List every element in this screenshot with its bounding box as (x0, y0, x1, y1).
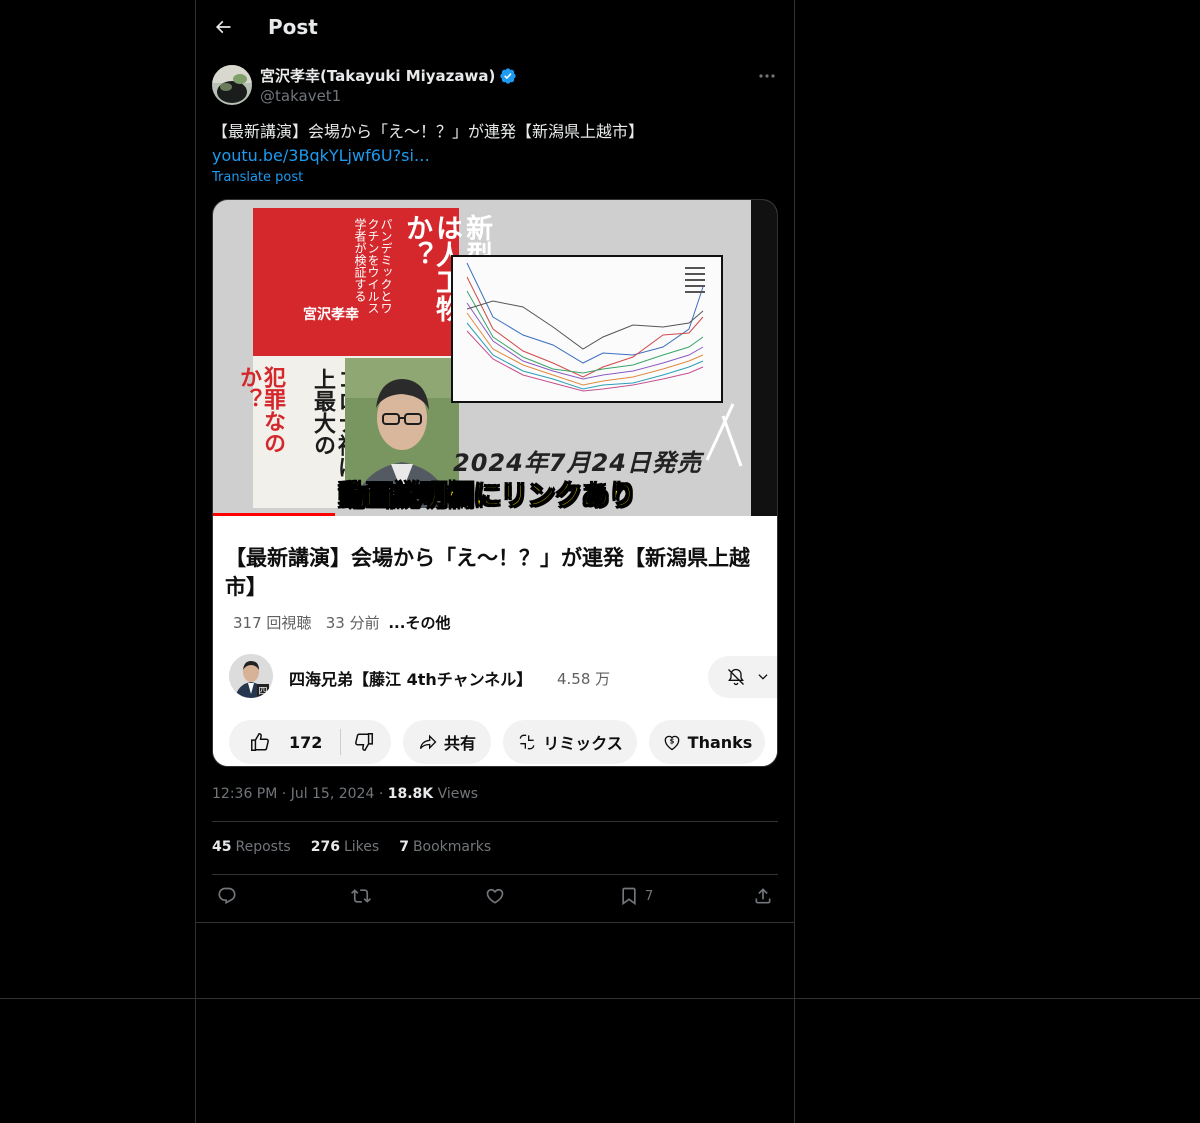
like-button[interactable] (485, 886, 505, 906)
notification-bell-button (708, 656, 777, 698)
video-more: ...その他 (388, 614, 451, 632)
repost-button[interactable] (351, 886, 371, 906)
bookmarks-stat[interactable]: 7 Bookmarks (399, 839, 491, 855)
release-date-text: 2024年7月24日発売 (453, 449, 702, 477)
video-time: 33 分前 (325, 614, 380, 632)
book-cover: 新型コロナは人工物か？ パンデミックとワクチンをウイルス学者が検証する 宮沢孝幸… (236, 208, 492, 508)
author-handle[interactable]: @takavet1 (260, 87, 341, 105)
views-label: Views (437, 786, 479, 802)
reposts-count: 45 (212, 839, 232, 855)
post-header: Post (196, 0, 794, 54)
youtube-card: 【最新講演】会場から「え〜！？」が連発【新潟県上越市】 317 回視聴 33 分… (213, 516, 777, 766)
share-label: 共有 (443, 734, 476, 753)
reposts-label: Reposts (235, 839, 291, 855)
thanks-pill: $ Thanks (649, 720, 765, 764)
divider (212, 874, 778, 875)
bookmark-count: 7 (645, 888, 654, 904)
channel-avatar: 四 (229, 654, 273, 698)
channel-subscribers: 4.58 万 (557, 670, 611, 688)
likes-count: 276 (310, 839, 340, 855)
page-title: Post (268, 15, 318, 39)
remix-pill: リミックス (503, 720, 637, 764)
post-author: 宮沢孝幸(Takayuki Miyazawa) @takavet1 (212, 65, 778, 105)
chevron-down-icon (758, 674, 768, 680)
post-body: 【最新講演】会場から「え〜！？」が連発【新潟県上越市】 (212, 122, 645, 141)
pill-divider (340, 729, 342, 755)
channel-row: 四 四海兄弟【藤江 4thチャンネル】 4.58 万 (229, 654, 777, 700)
book-author: 宮沢孝幸 (303, 307, 359, 323)
likes-stat[interactable]: 276 Likes (311, 839, 379, 855)
post-date[interactable]: Jul 15, 2024 (291, 786, 375, 802)
post-text: 【最新講演】会場から「え〜！？」が連発【新潟県上越市】 youtu.be/3Bq… (212, 120, 778, 168)
author-name[interactable]: 宮沢孝幸(Takayuki Miyazawa) (260, 65, 517, 86)
channel-avatar-image: 四 (229, 654, 273, 698)
video-title: 【最新講演】会場から「え〜！？」が連発【新潟県上越市】 (225, 546, 750, 599)
svg-text:$: $ (669, 738, 674, 746)
more-dots-icon (759, 74, 775, 78)
reposts-stat[interactable]: 45 Reposts (212, 839, 291, 855)
verified-badge-icon (500, 67, 517, 84)
share-arrow-icon (419, 734, 437, 750)
thanks-label: Thanks (687, 732, 753, 752)
share-button[interactable] (753, 886, 773, 906)
translate-post-link[interactable]: Translate post (212, 170, 303, 185)
like-dislike-pill: 172 (229, 720, 391, 764)
bookmark-button[interactable]: 7 (619, 886, 653, 906)
remix-label: リミックス (543, 734, 623, 753)
share-pill: 共有 (403, 720, 491, 764)
left-column-border (195, 0, 196, 1123)
share-icon (755, 888, 771, 904)
bookmarks-label: Bookmarks (412, 839, 492, 855)
divider (212, 821, 778, 822)
separator-dot: · (281, 786, 291, 802)
thumbs-up-icon (251, 733, 269, 751)
avatar-image (212, 65, 252, 105)
video-meta: 317 回視聴 33 分前 ...その他 (233, 612, 450, 633)
post-time[interactable]: 12:36 PM (212, 786, 277, 802)
thanks-heart-icon: $ (664, 735, 680, 751)
reply-button[interactable] (217, 886, 237, 906)
bell-off-icon (728, 668, 744, 686)
post-timestamp: 12:36 PM · Jul 15, 2024 · 18.8K Views (212, 786, 478, 802)
channel-name: 四海兄弟【藤江 4thチャンネル】 (289, 670, 533, 689)
link-banner-text: 動画説明欄にリンクあり (339, 481, 637, 513)
author-name-text: 宮沢孝幸(Takayuki Miyazawa) (260, 67, 496, 85)
video-frame: 新型コロナは人工物か？ パンデミックとワクチンをウイルス学者が検証する 宮沢孝幸… (213, 200, 777, 516)
like-count: 172 (289, 732, 323, 752)
separator-dot: · (378, 786, 388, 802)
post-action-bar: 7 (212, 884, 778, 914)
right-column-border (794, 0, 795, 1123)
likes-label: Likes (343, 839, 380, 855)
arrow-left-icon (215, 20, 231, 34)
book-tagline-red: 犯罪なのか？ (236, 366, 286, 454)
youtube-actions: 172 共有 リミックス $ Thanks (229, 720, 777, 764)
frame-edge (751, 200, 777, 516)
bookmarks-count: 7 (399, 839, 409, 855)
divider (0, 998, 1200, 999)
repost-icon (351, 889, 371, 903)
thumbs-down-icon (355, 733, 374, 751)
svg-text:四: 四 (258, 687, 267, 697)
bookmark-icon (622, 887, 636, 906)
slide-chart (451, 255, 723, 403)
divider (196, 922, 794, 923)
remix-icon (519, 734, 535, 750)
video-views: 317 回視聴 (233, 614, 312, 632)
engagement-stats: 45 Reposts 276 Likes 7 Bookmarks (212, 839, 491, 855)
post-link[interactable]: youtu.be/3BqkYLjwf6U?si… (212, 144, 778, 168)
more-options-button[interactable] (756, 65, 778, 87)
slide-chart-lines (453, 257, 721, 401)
back-button[interactable] (196, 0, 250, 54)
views-count: 18.8K (387, 786, 434, 802)
media-image[interactable]: 新型コロナは人工物か？ パンデミックとワクチンをウイルス学者が検証する 宮沢孝幸… (212, 199, 778, 767)
heart-icon (486, 888, 504, 904)
avatar[interactable] (212, 65, 252, 105)
reply-icon (218, 887, 236, 905)
